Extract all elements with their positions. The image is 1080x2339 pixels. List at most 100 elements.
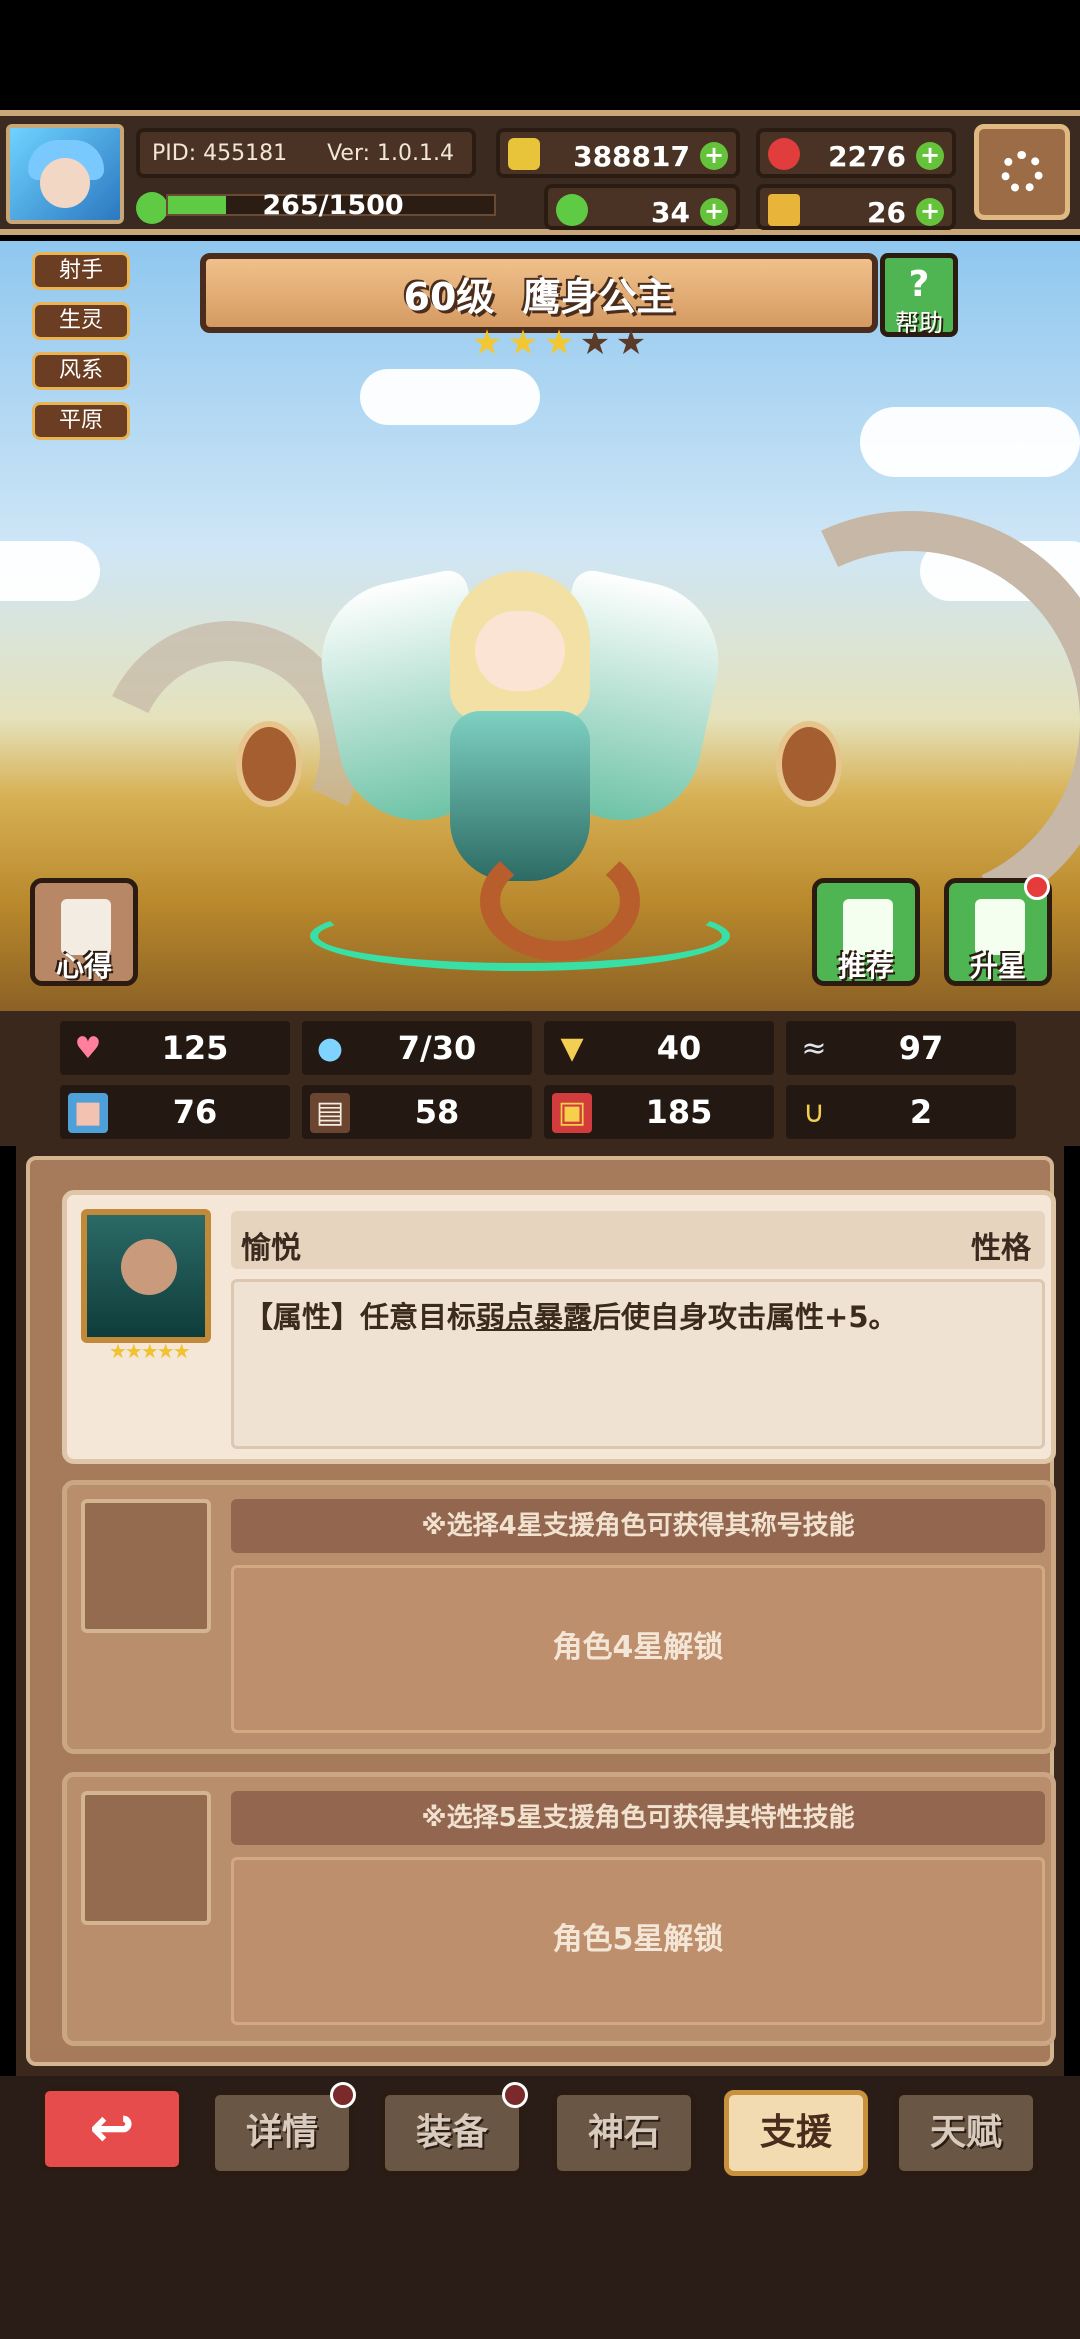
cloud (360, 369, 540, 425)
left-amulet-icon (236, 721, 302, 807)
stat-value: 7/30 (397, 1029, 477, 1067)
gem-amount: 2276 (828, 140, 906, 173)
support-character-card[interactable]: ★★★★★ 愉悦 性格 【属性】任意目标弱点暴露后使自身攻击属性+5。 (62, 1190, 1056, 1464)
stat-value: 185 (645, 1093, 713, 1131)
stat-value: 97 (898, 1029, 944, 1067)
harpy-princess-sprite (306, 541, 734, 981)
star-rating: ★ ★ ★ ★ ★ (470, 326, 648, 360)
character-level: 60级 (403, 274, 495, 319)
help-button[interactable]: ? 帮助 (880, 253, 958, 337)
add-clovers-button[interactable]: + (700, 198, 728, 226)
notes-label: 心得 (55, 950, 112, 983)
tag-terrain: 平原 (32, 402, 130, 440)
notes-button[interactable]: 心得 (30, 878, 138, 986)
stat-value: 2 (909, 1093, 933, 1131)
character-name: 鹰身公主 (522, 274, 675, 319)
portrait-face (121, 1239, 177, 1295)
clover-icon (556, 194, 588, 226)
stat-defense: ▼ 40 (544, 1021, 774, 1075)
coin-counter: 388817 + (496, 128, 740, 178)
slot-hint: ※选择5星支援角色可获得其特性技能 (231, 1791, 1045, 1845)
stats-panel: ♥ 125 ● 7/30 ▼ 40 ≈97 ■ 76 ▤ 58 ▣ 185 ∪ 2 (0, 1011, 1080, 1146)
top-status-bar: PID: 455181 Ver: 1.0.1.4 388817 + 2276 +… (0, 110, 1080, 235)
spellbook-icon: ▣ (552, 1093, 592, 1133)
star-filled-icon: ★ (507, 323, 539, 363)
avatar-face (40, 158, 90, 208)
tab-talent[interactable]: 天赋 (894, 2090, 1038, 2176)
stat-value: 40 (656, 1029, 702, 1067)
coin-amount: 388817 (573, 140, 690, 173)
recommend-label: 推荐 (837, 950, 894, 983)
upgrade-star-label: 升星 (969, 950, 1026, 983)
stat-magic: ▤ 58 (302, 1085, 532, 1139)
tab-equipment[interactable]: 装备 (380, 2090, 524, 2176)
clover-amount: 34 (651, 196, 690, 229)
stat-hp: ♥ 125 (60, 1021, 290, 1075)
empty-slot[interactable] (81, 1791, 211, 1925)
stat-value: 76 (172, 1093, 218, 1131)
back-button[interactable]: ↩ (40, 2086, 184, 2172)
slot-hint: ※选择4星支援角色可获得其称号技能 (231, 1499, 1045, 1553)
slot-locked-text: 角色4星解锁 (231, 1565, 1045, 1733)
stat-value: 58 (414, 1093, 460, 1131)
key-amount: 26 (867, 196, 906, 229)
wind-swirl (310, 901, 730, 971)
question-icon: ? (908, 264, 930, 305)
character-title-bar: 60级 鹰身公主 (200, 253, 878, 333)
tab-godstone[interactable]: 神石 (552, 2090, 696, 2176)
star-filled-icon: ★ (471, 323, 503, 363)
experience-text: 265/1500 (262, 190, 404, 221)
stat-speed: ≈97 (786, 1021, 1016, 1075)
support-slot-5star: ※选择5星支援角色可获得其特性技能 角色5星解锁 (62, 1772, 1056, 2046)
cloud (860, 407, 1080, 477)
trait-type: 性格 (971, 1231, 1031, 1266)
stat-mana: ● 7/30 (302, 1021, 532, 1075)
game-version: Ver: 1.0.1.4 (327, 140, 455, 166)
red-gem-icon (768, 138, 800, 170)
tag-race: 生灵 (32, 302, 130, 340)
stat-spell: ▣ 185 (544, 1085, 774, 1139)
key-counter: 26 + (756, 184, 956, 230)
notification-dot (1024, 874, 1050, 900)
tab-support[interactable]: 支援 (724, 2090, 868, 2176)
notification-dot (502, 2082, 528, 2108)
trait-name: 愉悦 (241, 1231, 301, 1266)
stat-luck: ∪ 2 (786, 1085, 1016, 1139)
empty-slot[interactable] (81, 1499, 211, 1633)
support-panel: ★★★★★ 愉悦 性格 【属性】任意目标弱点暴露后使自身攻击属性+5。 ※选择4… (16, 1146, 1064, 2076)
star-empty-icon: ★ (615, 323, 647, 363)
hero-face (475, 611, 565, 691)
coin-icon (508, 138, 540, 170)
wing-icon: ≈ (801, 1031, 827, 1066)
settings-button[interactable] (974, 124, 1070, 220)
desc-suffix: 后使自身攻击属性+5。 (592, 1300, 898, 1334)
portrait-stars: ★★★★★ (109, 1339, 191, 1363)
right-amulet-icon (776, 721, 842, 807)
keyword-link[interactable]: 弱点暴露 (476, 1300, 592, 1334)
book-icon: ▤ (310, 1093, 350, 1133)
player-id: PID: 455181 (152, 140, 288, 166)
support-character-portrait[interactable]: ★★★★★ (81, 1209, 211, 1363)
horseshoe-icon: ∪ (803, 1095, 825, 1130)
key-icon (768, 194, 800, 226)
bottom-nav: ↩ 详情 装备 神石 支援 天赋 (0, 2076, 1080, 2339)
clover-counter: 34 + (544, 184, 740, 230)
notification-dot (330, 2082, 356, 2108)
stat-value: 125 (161, 1029, 229, 1067)
trait-description: 【属性】任意目标弱点暴露后使自身攻击属性+5。 (244, 1294, 898, 1336)
slot-locked-text: 角色5星解锁 (231, 1857, 1045, 2025)
trait-description-box: 【属性】任意目标弱点暴露后使自身攻击属性+5。 (231, 1279, 1045, 1449)
star-filled-icon: ★ (543, 323, 575, 363)
add-coins-button[interactable]: + (700, 142, 728, 170)
add-keys-button[interactable]: + (916, 198, 944, 226)
recommend-button[interactable]: 推荐 (812, 878, 920, 986)
gem-counter: 2276 + (756, 128, 956, 178)
player-info-panel: PID: 455181 Ver: 1.0.1.4 (136, 128, 476, 178)
tag-class: 射手 (32, 252, 130, 290)
back-arrow-icon: ↩ (89, 2096, 135, 2159)
add-gems-button[interactable]: + (916, 142, 944, 170)
gear-icon (1001, 151, 1043, 193)
star-empty-icon: ★ (579, 323, 611, 363)
support-panel-inner: ★★★★★ 愉悦 性格 【属性】任意目标弱点暴露后使自身攻击属性+5。 ※选择4… (26, 1156, 1056, 2066)
player-avatar[interactable] (6, 124, 124, 224)
